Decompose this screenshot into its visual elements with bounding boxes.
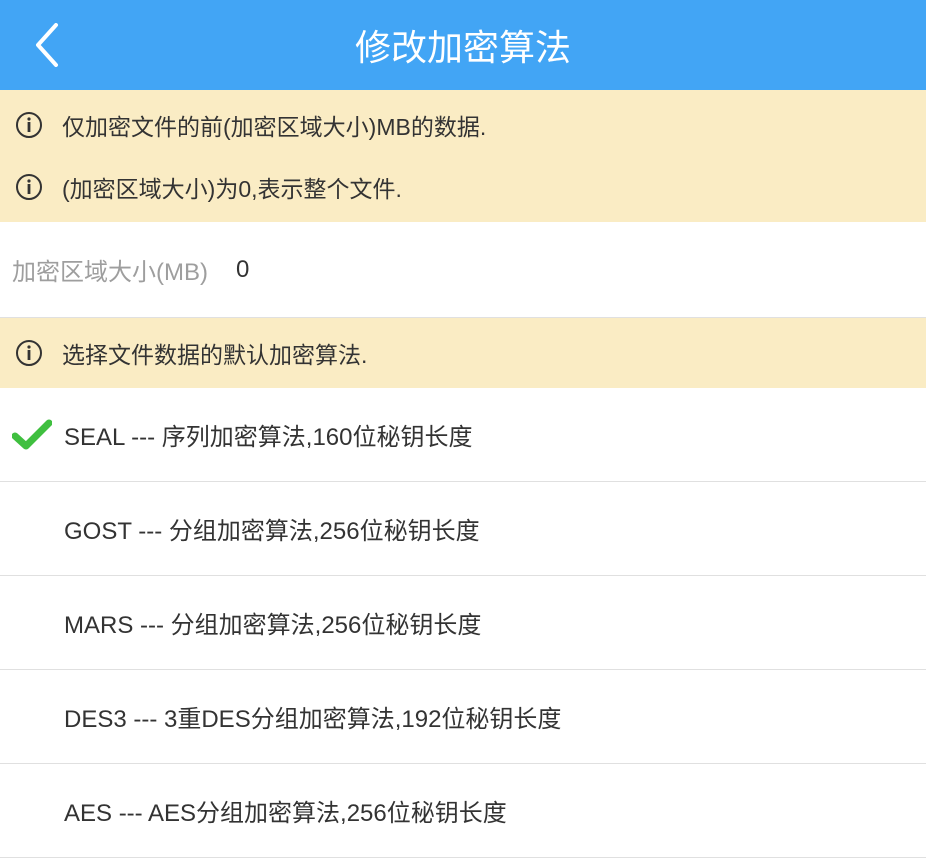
algorithm-item-gost[interactable]: GOST --- 分组加密算法,256位秘钥长度 <box>0 482 926 576</box>
page-title: 修改加密算法 <box>355 19 571 71</box>
algorithm-label: GOST --- 分组加密算法,256位秘钥长度 <box>58 511 480 546</box>
back-button[interactable] <box>12 0 82 90</box>
back-icon <box>34 23 60 67</box>
info-row-3: 选择文件数据的默认加密算法. <box>0 322 926 384</box>
algorithm-item-seal[interactable]: SEAL --- 序列加密算法,160位秘钥长度 <box>0 388 926 482</box>
info-icon <box>14 110 44 140</box>
info-row-1: 仅加密文件的前(加密区域大小)MB的数据. <box>0 94 926 156</box>
info-text-2: (加密区域大小)为0,表示整个文件. <box>62 170 402 204</box>
algorithm-label: DES3 --- 3重DES分组加密算法,192位秘钥长度 <box>58 699 561 734</box>
algorithm-item-mars[interactable]: MARS --- 分组加密算法,256位秘钥长度 <box>0 576 926 670</box>
algorithm-label: MARS --- 分组加密算法,256位秘钥长度 <box>58 605 481 640</box>
encrypt-size-label: 加密区域大小(MB) <box>12 252 208 287</box>
encrypt-size-value: 0 <box>236 256 249 284</box>
info-text-1: 仅加密文件的前(加密区域大小)MB的数据. <box>62 108 486 142</box>
info-icon <box>14 172 44 202</box>
info-block-2: 选择文件数据的默认加密算法. <box>0 318 926 388</box>
algorithm-item-aes[interactable]: AES --- AES分组加密算法,256位秘钥长度 <box>0 764 926 858</box>
header-bar: 修改加密算法 <box>0 0 926 90</box>
info-row-2: (加密区域大小)为0,表示整个文件. <box>0 156 926 218</box>
encrypt-size-row[interactable]: 加密区域大小(MB) 0 <box>0 222 926 318</box>
check-icon <box>12 418 58 452</box>
info-text-3: 选择文件数据的默认加密算法. <box>62 336 367 370</box>
info-icon <box>14 338 44 368</box>
algorithm-label: AES --- AES分组加密算法,256位秘钥长度 <box>58 793 507 828</box>
info-block-1: 仅加密文件的前(加密区域大小)MB的数据. (加密区域大小)为0,表示整个文件. <box>0 90 926 222</box>
algorithm-label: SEAL --- 序列加密算法,160位秘钥长度 <box>58 417 473 452</box>
algorithm-item-des3[interactable]: DES3 --- 3重DES分组加密算法,192位秘钥长度 <box>0 670 926 764</box>
algorithm-list: SEAL --- 序列加密算法,160位秘钥长度 GOST --- 分组加密算法… <box>0 388 926 858</box>
